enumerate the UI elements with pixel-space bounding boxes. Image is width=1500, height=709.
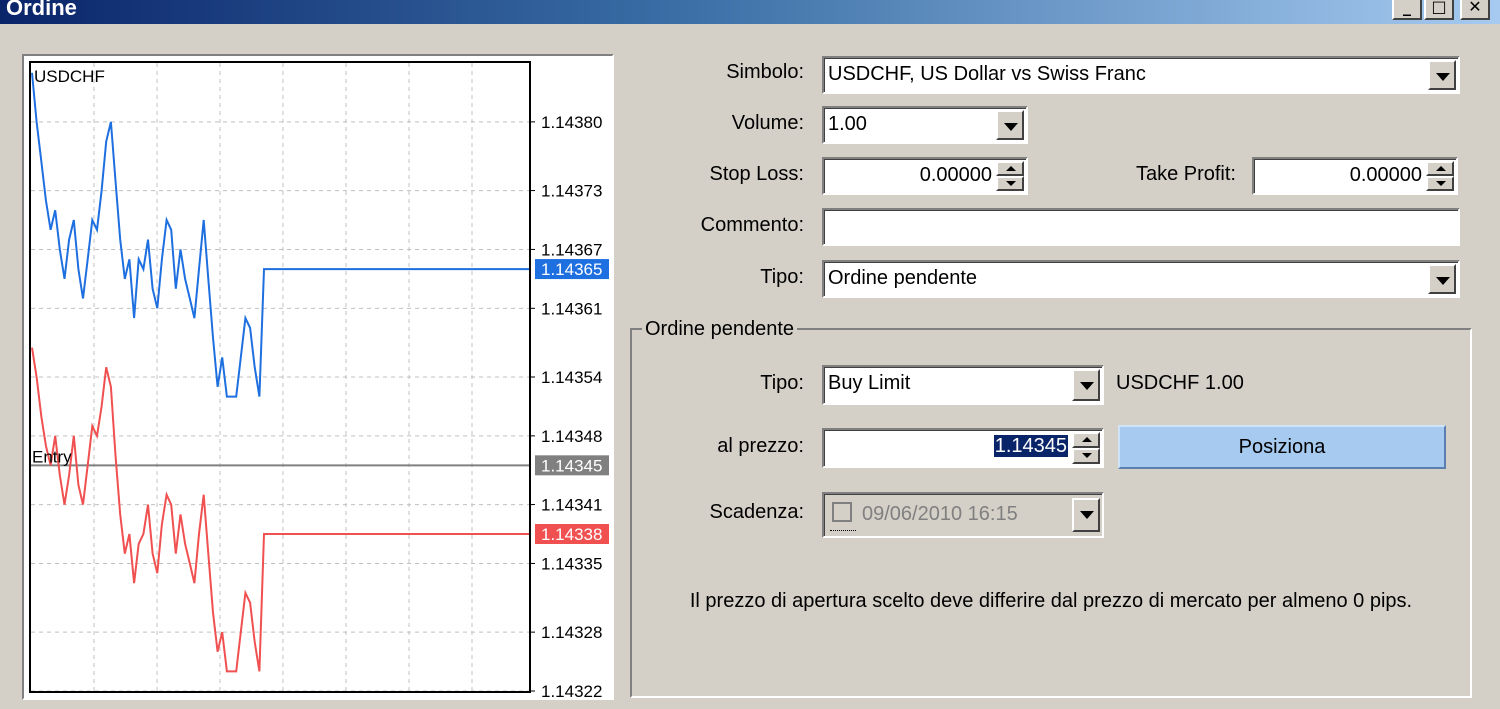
price-label: al prezzo: xyxy=(717,435,804,457)
take-profit-spinner[interactable] xyxy=(1426,161,1454,191)
expiry-datetime[interactable]: 09/06/2010 16:15 xyxy=(822,492,1104,538)
spin-down-icon[interactable] xyxy=(1426,176,1454,191)
pending-type-label: Tipo: xyxy=(760,372,804,394)
chevron-down-icon[interactable] xyxy=(1072,369,1100,401)
take-profit-label: Take Profit: xyxy=(1135,163,1236,185)
order-type-value: Ordine pendente xyxy=(828,267,978,289)
stop-loss-value: 0.00000 xyxy=(919,164,992,186)
stop-loss-label: Stop Loss: xyxy=(709,163,804,185)
ask-price-tag: 1.14365 xyxy=(541,260,602,279)
price-chart: USDCHF Entry 1.143801.143731.143671.1436… xyxy=(29,61,609,700)
price-axis: 1.14380 1.14373 1.14367 1.14361 1.14354 1.143… xyxy=(529,113,602,700)
chevron-down-icon[interactable] xyxy=(1072,498,1100,532)
comment-label: Commento: xyxy=(700,214,804,236)
bid-price-tag: 1.14338 xyxy=(541,525,602,544)
expiry-label: Scadenza: xyxy=(709,501,804,523)
axis-tick-label: 1.14328 xyxy=(541,623,602,642)
axis-tick-label: 1.14335 xyxy=(541,554,602,573)
axis-tick-label: 1.14354 xyxy=(541,368,602,387)
volume-select[interactable]: 1.00 xyxy=(822,106,1028,144)
price-input[interactable]: 1.14345 xyxy=(822,428,1104,468)
axis-tick-label: 1.14348 xyxy=(541,427,602,446)
ask-series-line xyxy=(31,72,529,398)
comment-input[interactable] xyxy=(822,208,1460,246)
axis-tick-label: 1.14341 xyxy=(541,496,602,515)
spin-down-icon[interactable] xyxy=(1072,448,1100,464)
price-value: 1.14345 xyxy=(993,435,1068,457)
entry-price-tag: 1.14345 xyxy=(541,456,602,475)
axis-tick-label: 1.14361 xyxy=(541,299,602,318)
focus-dots xyxy=(830,530,856,531)
symbol-select[interactable]: USDCHF, US Dollar vs Swiss Franc xyxy=(822,56,1460,94)
expiry-checkbox[interactable] xyxy=(832,502,852,522)
window-title: Ordine xyxy=(6,0,77,20)
entry-label: Entry xyxy=(32,447,72,466)
spin-down-icon[interactable] xyxy=(996,176,1024,191)
expiry-value: 09/06/2010 16:15 xyxy=(862,503,1018,525)
volume-value: 1.00 xyxy=(828,113,867,135)
chevron-down-icon[interactable] xyxy=(1428,264,1456,294)
axis-tick-label: 1.14373 xyxy=(541,182,602,201)
order-type-select[interactable]: Ordine pendente xyxy=(822,260,1460,298)
info-text: Il prezzo di apertura scelto deve differ… xyxy=(689,590,1413,612)
symbol-label: Simbolo: xyxy=(726,61,804,83)
axis-tick-label: 1.14367 xyxy=(541,240,602,259)
bid-series-line xyxy=(31,347,529,673)
pending-type-value: Buy Limit xyxy=(828,372,911,394)
spin-up-icon[interactable] xyxy=(1426,161,1454,176)
maximize-button[interactable]: □ xyxy=(1424,0,1454,20)
axis-tick-label: 1.14322 xyxy=(541,682,602,700)
close-button[interactable]: ✕ xyxy=(1460,0,1490,20)
stop-loss-spinner[interactable] xyxy=(996,161,1024,191)
spin-up-icon[interactable] xyxy=(1072,432,1100,448)
chevron-down-icon[interactable] xyxy=(1428,60,1456,90)
take-profit-input[interactable]: 0.00000 xyxy=(1252,157,1458,195)
type-label: Tipo: xyxy=(760,266,804,288)
symbol-value: USDCHF, US Dollar vs Swiss Franc xyxy=(828,63,1146,85)
price-spinner[interactable] xyxy=(1072,432,1100,464)
stop-loss-input[interactable]: 0.00000 xyxy=(822,157,1028,195)
order-summary: USDCHF 1.00 xyxy=(1116,372,1244,394)
axis-tick-label: 1.14380 xyxy=(541,113,602,132)
volume-label: Volume: xyxy=(731,112,804,134)
pending-order-group-title: Ordine pendente xyxy=(642,318,798,341)
minimize-button[interactable]: _ xyxy=(1392,0,1422,20)
place-order-button[interactable]: Posiziona xyxy=(1118,425,1446,469)
chevron-down-icon[interactable] xyxy=(996,110,1024,140)
spin-up-icon[interactable] xyxy=(996,161,1024,176)
take-profit-value: 0.00000 xyxy=(1349,164,1422,186)
chart-symbol: USDCHF xyxy=(34,67,105,86)
pending-type-select[interactable]: Buy Limit xyxy=(822,365,1104,405)
title-bar: Ordine _ □ ✕ xyxy=(0,0,1500,24)
